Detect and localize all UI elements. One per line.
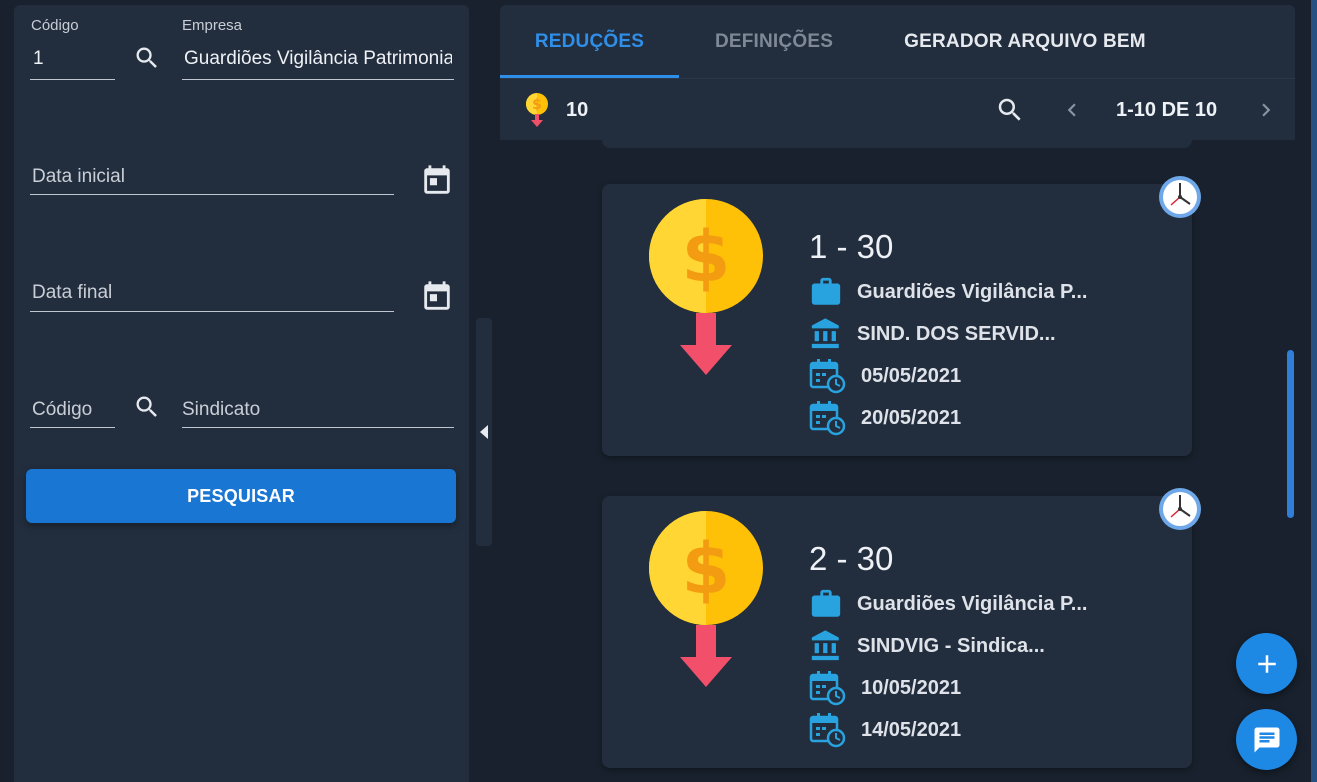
svg-text:$: $ xyxy=(682,216,731,298)
data-inicial-underline xyxy=(30,194,394,195)
empresa-search-button[interactable] xyxy=(132,43,162,73)
card-end-date: 14/05/2021 xyxy=(861,718,962,741)
clock-icon xyxy=(1159,488,1201,530)
add-button[interactable] xyxy=(1236,633,1297,694)
window-right-edge xyxy=(1311,0,1317,782)
card-end-date-row: 14/05/2021 xyxy=(809,712,961,748)
card-union-row: SINDVIG - Sindica... xyxy=(809,628,1045,664)
data-final-input[interactable]: Data final xyxy=(32,282,112,304)
pager-prev-button[interactable] xyxy=(1058,95,1086,125)
briefcase-icon xyxy=(811,277,841,305)
results-panel: REDUÇÕES DEFINIÇÕES GERADOR ARQUIVO BEM … xyxy=(500,5,1295,782)
collapse-arrow-icon[interactable] xyxy=(480,425,488,439)
calendar-clock-icon xyxy=(809,359,846,394)
card-company-row: Guardiões Vigilância P... xyxy=(809,586,1087,622)
reduction-card[interactable]: $ 1 - 30 Guardiões Vigilância P... SIND.… xyxy=(602,184,1192,456)
reductions-list: $ 1 - 30 Guardiões Vigilância P... SIND.… xyxy=(500,140,1295,782)
svg-text:$: $ xyxy=(682,528,731,610)
calendar-icon xyxy=(424,281,450,310)
previous-card-edge xyxy=(602,140,1192,148)
search-icon xyxy=(136,396,157,417)
data-inicial-picker-button[interactable] xyxy=(419,163,455,199)
empresa-label: Empresa xyxy=(182,17,243,34)
data-final-underline xyxy=(30,311,394,312)
chevron-right-icon xyxy=(1262,103,1271,117)
card-end-date-row: 20/05/2021 xyxy=(809,400,961,436)
briefcase-icon xyxy=(811,589,841,617)
card-company: Guardiões Vigilância P... xyxy=(857,280,1088,303)
reduction-card[interactable]: $ 2 - 30 Guardiões Vigilância P... SINDV… xyxy=(602,496,1192,768)
list-scrollbar[interactable] xyxy=(1287,350,1294,518)
tabs-bar: REDUÇÕES DEFINIÇÕES GERADOR ARQUIVO BEM xyxy=(500,5,1295,78)
search-icon xyxy=(136,47,157,68)
svg-text:$: $ xyxy=(532,97,542,113)
card-company-row: Guardiões Vigilância P... xyxy=(809,274,1087,310)
app-root: Código 1 Empresa Guardiões Vigilância Pa… xyxy=(0,0,1317,782)
empresa-codigo-label: Código xyxy=(31,17,79,34)
plus-icon xyxy=(1257,654,1276,673)
calendar-icon xyxy=(424,165,450,194)
calendar-clock-icon xyxy=(809,713,846,748)
tab-gerador-arquivo-bem[interactable]: GERADOR ARQUIVO BEM xyxy=(890,5,1160,78)
card-end-date: 20/05/2021 xyxy=(861,406,962,429)
sindicato-underline xyxy=(182,427,454,428)
empresa-codigo-underline xyxy=(30,79,115,80)
bank-icon xyxy=(811,318,839,349)
list-toolbar: $ 10 1-10 DE 10 xyxy=(500,78,1295,140)
pager-next-button[interactable] xyxy=(1252,95,1280,125)
card-title: 2 - 30 xyxy=(809,540,894,577)
filter-panel: Código 1 Empresa Guardiões Vigilância Pa… xyxy=(14,5,469,782)
search-icon xyxy=(998,98,1021,121)
card-title: 1 - 30 xyxy=(809,228,894,265)
chat-icon xyxy=(1254,727,1279,752)
bank-icon xyxy=(811,630,839,661)
card-start-date: 10/05/2021 xyxy=(861,676,962,699)
reduction-coin-icon: $ xyxy=(526,93,548,127)
data-final-picker-button[interactable] xyxy=(419,279,455,315)
data-inicial-input[interactable]: Data inicial xyxy=(32,166,125,188)
empresa-codigo-input[interactable]: 1 xyxy=(33,48,113,70)
sindicato-codigo-input[interactable]: Código xyxy=(32,399,92,421)
record-count: 10 xyxy=(566,99,589,121)
sindicato-codigo-underline xyxy=(30,427,115,428)
tab-reducoes[interactable]: REDUÇÕES xyxy=(500,5,679,78)
chevron-left-icon xyxy=(1067,103,1076,117)
card-union: SINDVIG - Sindica... xyxy=(857,634,1045,657)
calendar-clock-icon xyxy=(809,671,846,706)
list-search-button[interactable] xyxy=(994,94,1026,126)
reduction-coin-icon: $ xyxy=(649,511,763,687)
chat-button[interactable] xyxy=(1236,709,1297,770)
card-company: Guardiões Vigilância P... xyxy=(857,592,1088,615)
card-start-date: 05/05/2021 xyxy=(861,364,962,387)
pager-range: 1-10 DE 10 xyxy=(1116,99,1218,121)
empresa-underline xyxy=(182,79,454,80)
calendar-clock-icon xyxy=(809,401,846,436)
sindicato-input[interactable]: Sindicato xyxy=(182,399,260,421)
sindicato-search-button[interactable] xyxy=(132,392,162,422)
card-union: SIND. DOS SERVID... xyxy=(857,322,1056,345)
empresa-input[interactable]: Guardiões Vigilância Patrimonial xyxy=(184,48,452,70)
tab-definicoes: DEFINIÇÕES xyxy=(714,30,834,52)
card-union-row: SIND. DOS SERVID... xyxy=(809,316,1056,352)
pesquisar-button[interactable]: PESQUISAR xyxy=(26,469,456,523)
card-start-date-row: 05/05/2021 xyxy=(809,358,961,394)
clock-icon xyxy=(1159,176,1201,218)
card-start-date-row: 10/05/2021 xyxy=(809,670,961,706)
reduction-coin-icon: $ xyxy=(649,199,763,375)
